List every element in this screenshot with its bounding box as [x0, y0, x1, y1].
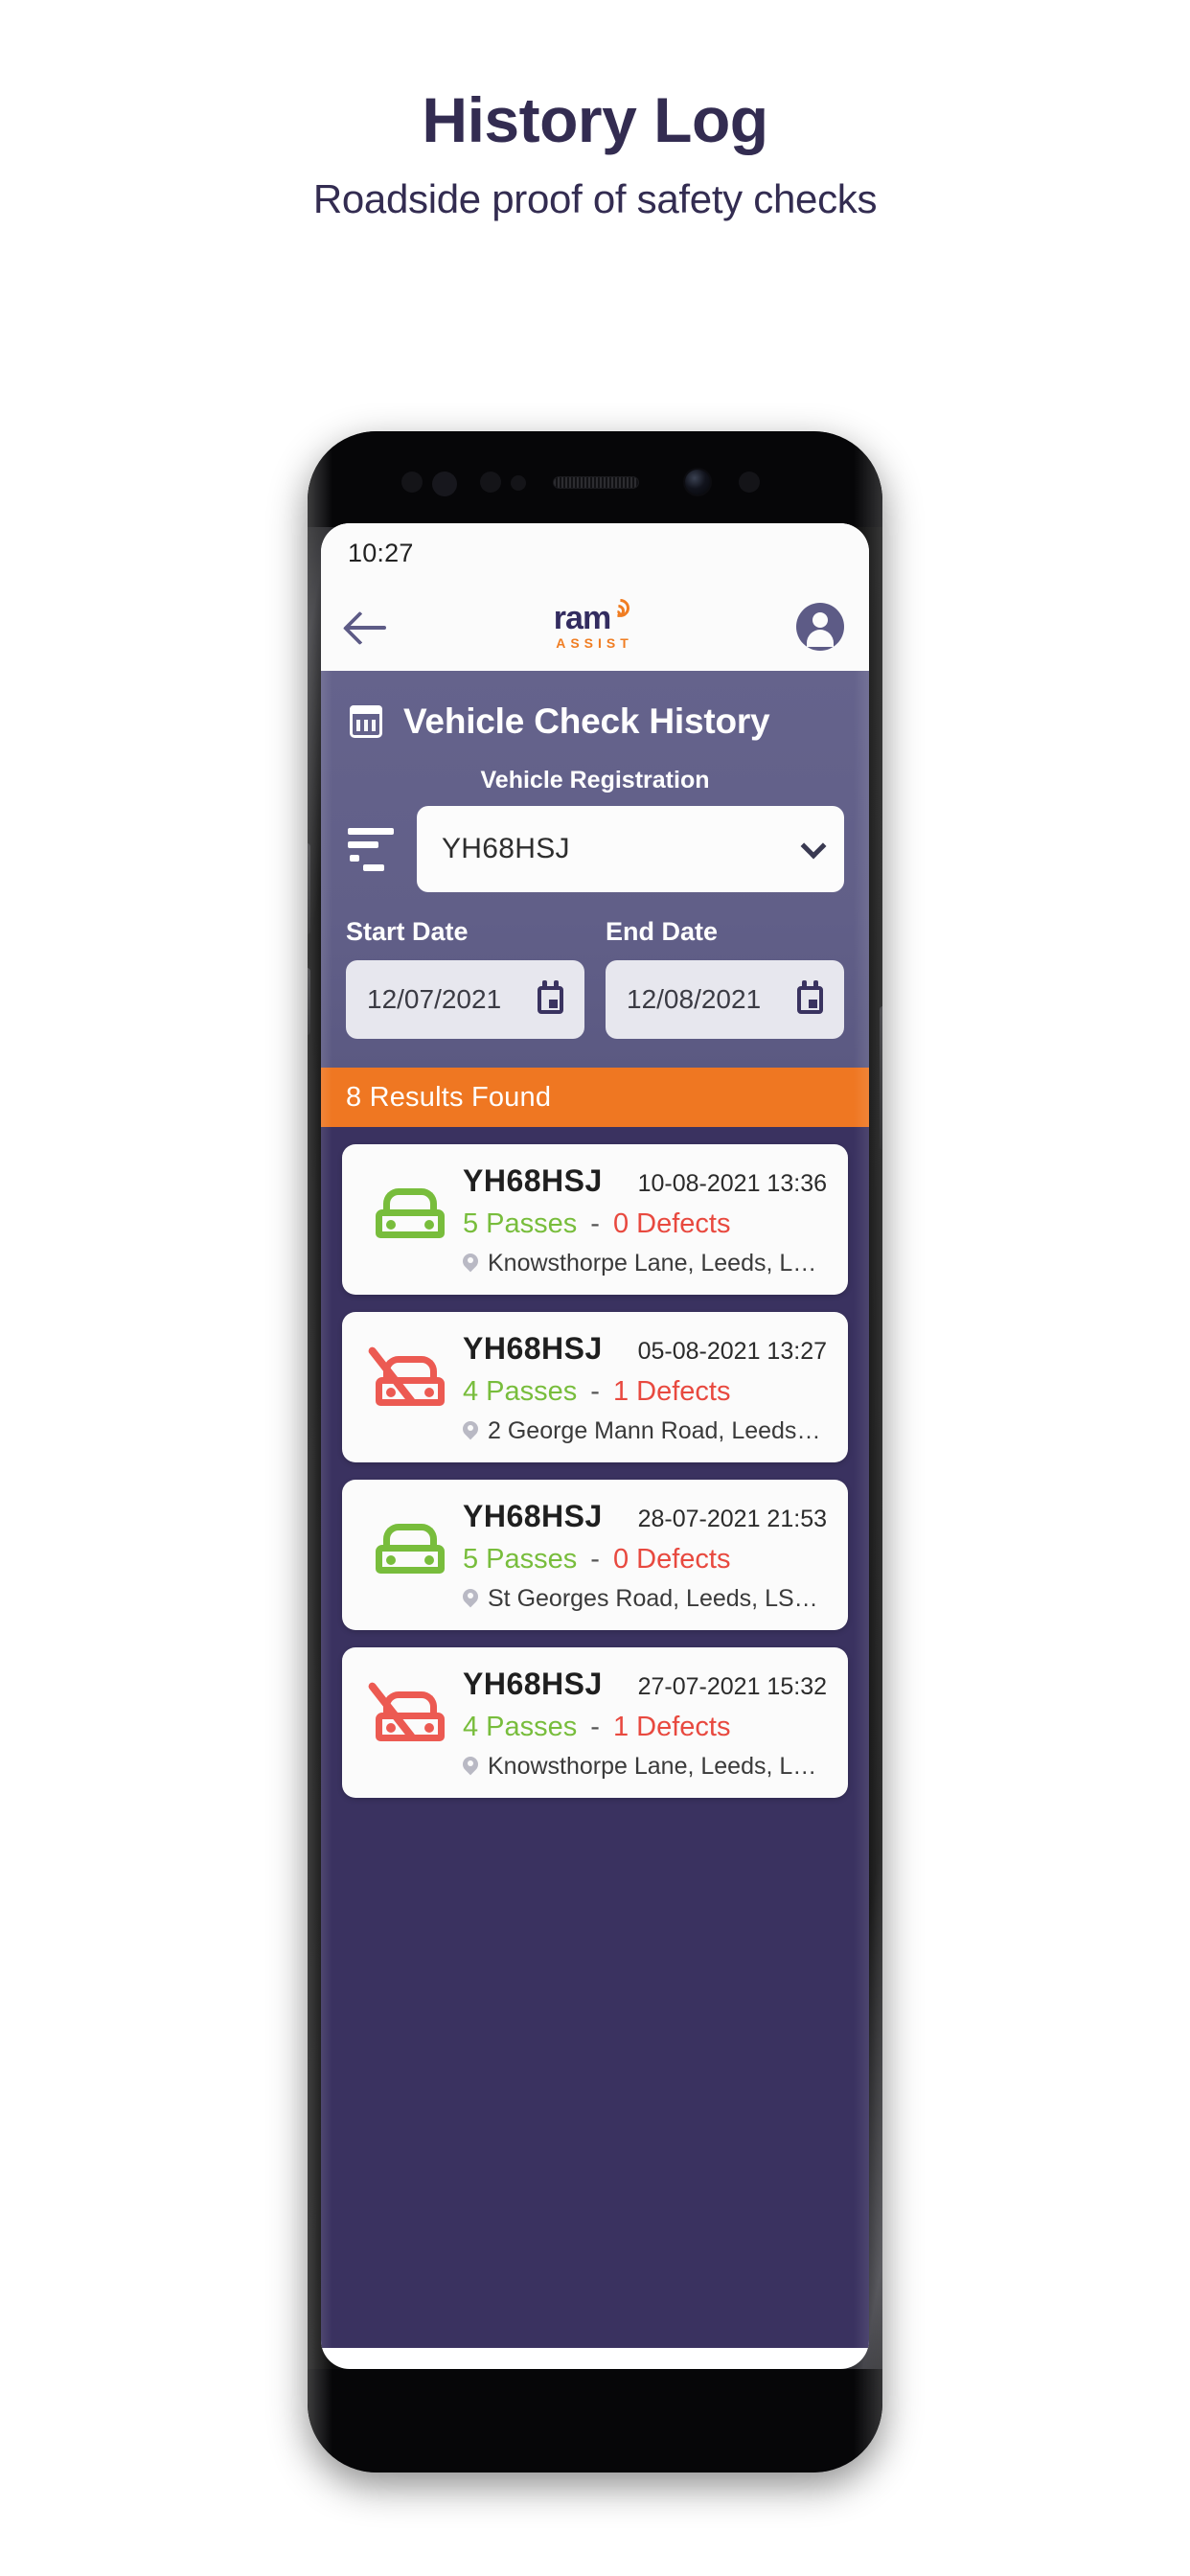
signal-waves-icon — [607, 595, 634, 622]
pass-count: 5 Passes — [463, 1208, 578, 1239]
date-fields-row: 12/07/2021 12/08/2021 — [321, 947, 869, 1068]
secondary-sensor-icon — [739, 472, 760, 493]
results-summary-bar: 8 Results Found — [321, 1068, 869, 1127]
logo-tagline: ASSIST — [556, 634, 633, 651]
check-address: Knowsthorpe Lane, Leeds, LS9 0, United… — [488, 1250, 827, 1276]
pass-count: 4 Passes — [463, 1376, 578, 1407]
defect-count: 1 Defects — [612, 1376, 731, 1407]
filter-icon[interactable] — [346, 824, 400, 874]
status-bar-clock: 10:27 — [348, 538, 414, 567]
registration-row: YH68HSJ — [321, 794, 869, 892]
promo-header: History Log Roadside proof of safety che… — [0, 0, 1190, 222]
panel-heading: Vehicle Check History — [321, 692, 869, 742]
chevron-down-icon — [800, 833, 827, 859]
status-bar: 10:27 — [321, 523, 869, 583]
vehicle-status-icon — [363, 1667, 457, 1742]
panel-title-text: Vehicle Check History — [403, 702, 770, 741]
page-subtitle: Roadside proof of safety checks — [312, 176, 878, 221]
registration-value: YH68HSJ — [442, 833, 570, 864]
date-labels-row: Start Date End Date — [321, 892, 869, 947]
separator: - — [590, 1376, 600, 1407]
assistant-button[interactable] — [308, 968, 310, 1035]
calendar-picker-icon[interactable] — [538, 979, 563, 1014]
phone-top-bezel — [308, 431, 882, 527]
result-card[interactable]: YH68HSJ 10-08-2021 13:36 5 Passes -0 Defect… — [342, 1144, 848, 1295]
volume-button[interactable] — [308, 843, 310, 934]
result-card[interactable]: YH68HSJ 27-07-2021 15:32 4 Passes -1 Defect… — [342, 1647, 848, 1798]
led-indicator-icon — [511, 475, 526, 491]
registration-select[interactable]: YH68HSJ — [417, 806, 844, 892]
back-arrow-icon[interactable] — [346, 608, 390, 646]
pass-count: 4 Passes — [463, 1712, 578, 1742]
end-date-label: End Date — [606, 917, 719, 946]
vehicle-registration: YH68HSJ — [463, 1163, 603, 1198]
car-pass-icon — [376, 1524, 445, 1574]
location-pin-icon — [463, 1757, 478, 1778]
check-timestamp: 05-08-2021 13:27 — [637, 1338, 827, 1365]
check-timestamp: 28-07-2021 21:53 — [637, 1506, 827, 1532]
start-date-input[interactable]: 12/07/2021 — [346, 960, 584, 1039]
page-title: History Log — [422, 84, 768, 155]
results-count-text: 8 Results Found — [346, 1081, 552, 1113]
check-address: St Georges Road, Leeds, LS10 4, United K… — [488, 1585, 827, 1612]
vehicle-status-icon — [363, 1331, 457, 1407]
car-defect-icon — [367, 1346, 445, 1407]
result-card[interactable]: YH68HSJ 28-07-2021 21:53 5 Passes -0 Defect… — [342, 1480, 848, 1630]
location-pin-icon — [463, 1254, 478, 1275]
defect-count: 1 Defects — [612, 1712, 731, 1742]
result-card[interactable]: YH68HSJ 05-08-2021 13:27 4 Passes -1 Defect… — [342, 1312, 848, 1462]
logo-wordmark: ram — [553, 600, 611, 637]
front-camera-icon — [683, 468, 712, 496]
vehicle-registration: YH68HSJ — [463, 1667, 603, 1701]
phone-screen: 10:27 ram ASSIST Vehicle Check History V… — [321, 523, 869, 2369]
pass-count: 5 Passes — [463, 1544, 578, 1575]
vehicle-status-icon — [363, 1163, 457, 1238]
separator: - — [590, 1544, 600, 1575]
vehicle-registration: YH68HSJ — [463, 1331, 603, 1366]
light-sensor-icon — [480, 472, 501, 493]
iris-scanner-icon — [432, 472, 457, 496]
end-date-input[interactable]: 12/08/2021 — [606, 960, 844, 1039]
phone-bottom-bezel — [308, 2369, 882, 2472]
phone-mockup: 10:27 ram ASSIST Vehicle Check History V… — [308, 431, 882, 2472]
vehicle-status-icon — [363, 1499, 457, 1574]
location-pin-icon — [463, 1589, 478, 1610]
check-address: 2 George Mann Road, Leeds, LS10 1, Unite… — [488, 1417, 827, 1444]
results-list[interactable]: YH68HSJ 10-08-2021 13:36 5 Passes -0 Defect… — [321, 1127, 869, 2348]
app-logo: ram ASSIST — [553, 595, 634, 651]
car-pass-icon — [376, 1188, 445, 1238]
location-pin-icon — [463, 1421, 478, 1442]
filter-panel: Vehicle Check History Vehicle Registrati… — [321, 671, 869, 1068]
phone-frame: 10:27 ram ASSIST Vehicle Check History V… — [308, 431, 882, 2472]
separator: - — [590, 1712, 600, 1742]
account-avatar-icon[interactable] — [795, 603, 844, 651]
end-date-value: 12/08/2021 — [627, 984, 762, 1014]
separator: - — [590, 1208, 600, 1239]
car-defect-icon — [367, 1681, 445, 1742]
start-date-value: 12/07/2021 — [367, 984, 502, 1014]
earpiece-speaker-icon — [553, 476, 639, 489]
defect-count: 0 Defects — [612, 1208, 731, 1239]
check-timestamp: 27-07-2021 15:32 — [637, 1673, 827, 1700]
proximity-sensor-icon — [401, 472, 423, 493]
defect-count: 0 Defects — [612, 1544, 731, 1575]
start-date-label: Start Date — [346, 917, 469, 946]
calendar-icon — [350, 705, 382, 738]
calendar-picker-icon[interactable] — [797, 979, 823, 1014]
power-button[interactable] — [880, 1006, 882, 1150]
registration-label: Vehicle Registration — [480, 767, 710, 794]
check-timestamp: 10-08-2021 13:36 — [637, 1170, 827, 1197]
app-header: ram ASSIST — [321, 583, 869, 671]
vehicle-registration: YH68HSJ — [463, 1499, 603, 1533]
check-address: Knowsthorpe Lane, Leeds, LS9 0, United… — [488, 1753, 827, 1780]
